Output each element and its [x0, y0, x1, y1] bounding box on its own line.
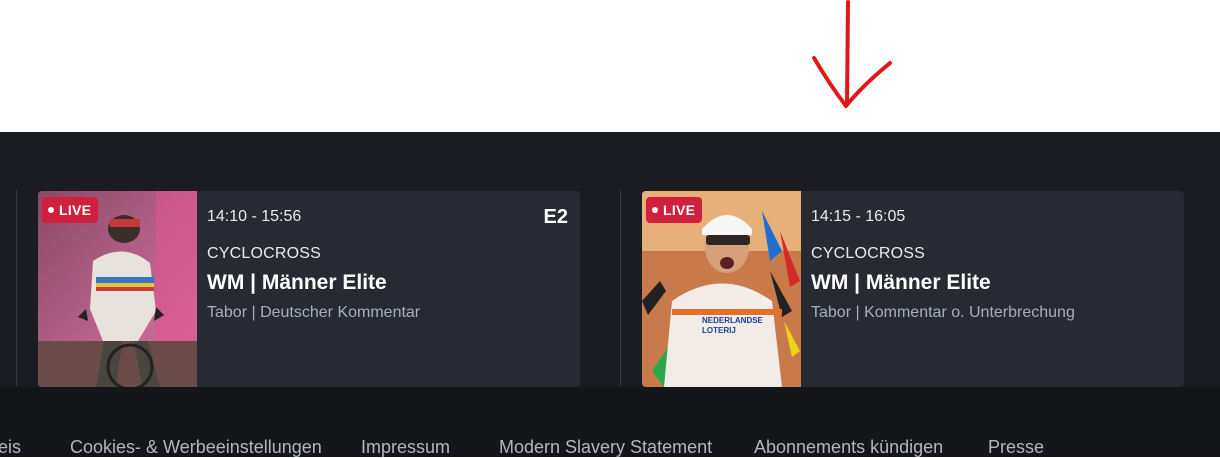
svg-text:NEDERLANDSE: NEDERLANDSE: [702, 316, 764, 325]
channel-logo: E2: [543, 206, 568, 228]
top-blank-area: [0, 0, 1220, 132]
event-card-1[interactable]: LIVE 14:10 - 15:56 E2 CYCLOCROSS WM | Mä…: [38, 191, 580, 387]
event-subtitle: Tabor | Deutscher Kommentar: [207, 304, 421, 321]
event-time: 14:15 - 16:05: [811, 208, 906, 225]
event-card-2[interactable]: NEDERLANDSE LOTERIJ LIVE 14:15 - 16:05 C…: [642, 191, 1184, 387]
live-dot-icon: [652, 207, 658, 213]
red-arrow-annotation: [812, 0, 892, 108]
footer-link-impressum[interactable]: Impressum: [361, 437, 450, 458]
footer-link-partial[interactable]: eis: [0, 437, 21, 458]
live-label: LIVE: [59, 202, 92, 218]
card-divider: [16, 190, 17, 386]
svg-text:LOTERIJ: LOTERIJ: [702, 326, 736, 335]
event-time: 14:10 - 15:56: [207, 208, 302, 225]
event-subtitle: Tabor | Kommentar o. Unterbrechung: [811, 304, 1075, 321]
event-sport: CYCLOCROSS: [207, 245, 322, 262]
card-divider: [620, 190, 621, 386]
event-title[interactable]: WM | Männer Elite: [811, 271, 991, 295]
event-sport: CYCLOCROSS: [811, 245, 926, 262]
live-dot-icon: [48, 207, 54, 213]
footer-link-cookies[interactable]: Cookies- & Werbeeinstellungen: [70, 437, 322, 458]
footer-link-cancel-subscriptions[interactable]: Abonnements kündigen: [754, 437, 943, 458]
event-title[interactable]: WM | Männer Elite: [207, 271, 387, 295]
footer-link-press[interactable]: Presse: [988, 437, 1044, 458]
live-label: LIVE: [663, 202, 696, 218]
footer: eis Cookies- & Werbeeinstellungen Impres…: [0, 387, 1220, 457]
live-badge: LIVE: [42, 197, 99, 223]
footer-link-modern-slavery[interactable]: Modern Slavery Statement: [499, 437, 712, 458]
live-badge: LIVE: [646, 197, 703, 223]
